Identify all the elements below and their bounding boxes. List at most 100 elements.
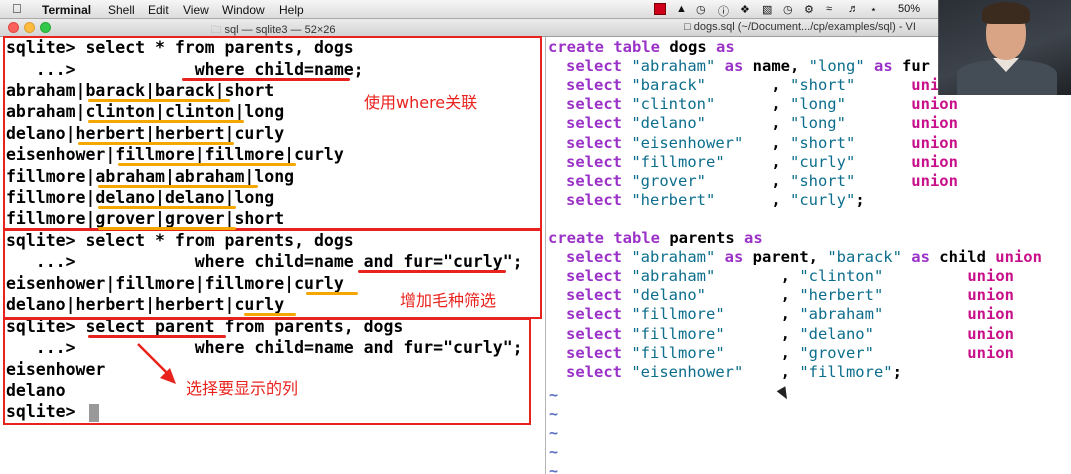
vim-code-line: select "eisenhower" , "fillmore"; xyxy=(566,363,902,382)
sql-keyword: table xyxy=(604,38,670,56)
vim-code-line: select "delano" , "long" union xyxy=(566,114,958,133)
sql-identifier: , xyxy=(705,76,790,95)
sql-union: union xyxy=(967,305,1014,324)
vim-code-line: select "abraham" as parent, "barack" as … xyxy=(566,248,1042,267)
annotation-arrow-icon xyxy=(137,343,176,384)
vim-code-line: select "delano" , "herbert" union xyxy=(566,286,1014,305)
webcam-hair xyxy=(982,2,1030,24)
vim-code-line: select "fillmore" , "delano" union xyxy=(566,325,1014,344)
sql-string: "barack" xyxy=(827,248,902,267)
sql-punct xyxy=(883,267,967,285)
sql-keyword: select xyxy=(566,362,632,381)
sql-keyword: as xyxy=(715,248,753,267)
sql-string: "long" xyxy=(808,57,865,76)
battery-label[interactable]: 50% xyxy=(898,3,920,15)
sql-string: "abraham" xyxy=(799,305,884,324)
sql-string: "grover" xyxy=(631,171,706,190)
sql-identifier: , xyxy=(705,286,800,305)
vim-code-line: select "eisenhower" , "short" union xyxy=(566,134,958,153)
sql-keyword: as xyxy=(901,248,930,267)
sql-identifier: child xyxy=(929,248,996,267)
sql-identifier: name, xyxy=(752,57,809,76)
vim-code-line: create table parents as xyxy=(548,229,763,248)
sql-identifier: , xyxy=(715,95,790,114)
sql-string: "delano" xyxy=(631,114,706,133)
sql-string: "delano" xyxy=(799,324,874,343)
sql-union: union xyxy=(855,171,958,190)
sql-string: "short" xyxy=(789,133,856,152)
sql-string: "fillmore" xyxy=(799,362,893,381)
vim-code-line: select "fillmore" , "curly" union xyxy=(566,153,958,172)
sql-string: "curly" xyxy=(789,190,856,209)
vim-code-line: select "barack" , "short" union xyxy=(566,76,958,95)
wifi-icon[interactable]: ≈ xyxy=(826,3,832,15)
sql-identifier: fur xyxy=(902,57,930,76)
sql-union: union xyxy=(967,343,1014,362)
sql-keyword: select xyxy=(566,190,632,209)
sql-string: "abraham" xyxy=(631,267,716,286)
sql-string: "abraham" xyxy=(631,57,716,76)
sql-string: "clinton" xyxy=(799,267,884,286)
sql-punct xyxy=(874,325,967,343)
sql-keyword: select xyxy=(566,305,632,324)
record-icon[interactable] xyxy=(654,3,666,15)
sql-keyword: select xyxy=(566,171,632,190)
vim-title-text: dogs.sql (~/Document.../cp/examples/sql)… xyxy=(693,21,916,33)
vim-empty-line-marker: ~ xyxy=(549,404,559,423)
volume-icon[interactable]: ♬ xyxy=(848,3,859,15)
sql-identifier: , xyxy=(724,305,800,324)
sql-string: "eisenhower" xyxy=(631,362,744,381)
bell-icon[interactable]: ▲ xyxy=(676,3,687,15)
sql-keyword: select xyxy=(566,343,632,362)
vim-code-line: select "clinton" , "long" union xyxy=(566,95,958,114)
sql-identifier: , xyxy=(724,152,790,171)
sql-union: union xyxy=(967,286,1014,305)
sql-punct: ; xyxy=(892,362,902,381)
vim-code-line: select "abraham" as name, "long" as fur xyxy=(566,57,930,76)
info-icon[interactable]: ⓘ xyxy=(718,3,729,19)
sql-keyword: as xyxy=(864,57,893,76)
document-icon: □ xyxy=(684,21,691,33)
sql-string: "barack" xyxy=(631,76,706,95)
sql-string: "clinton" xyxy=(631,95,716,114)
sql-keyword: as xyxy=(734,229,763,247)
vim-title: □ dogs.sql (~/Document.../cp/examples/sq… xyxy=(684,21,916,33)
sql-union: union xyxy=(845,114,958,133)
sql-string: "eisenhower" xyxy=(631,133,744,152)
sql-keyword: select xyxy=(566,57,632,76)
sql-keyword: table xyxy=(604,229,670,247)
vim-code-line: select "fillmore" , "grover" union xyxy=(566,344,1014,363)
bluetooth-icon[interactable]: ⋆ xyxy=(870,3,877,16)
timer-icon[interactable]: ◷ xyxy=(696,3,706,16)
sql-string: "fillmore" xyxy=(631,343,725,362)
sql-keyword: create xyxy=(548,38,604,56)
sql-identifier: parents xyxy=(669,229,735,247)
sql-keyword: select xyxy=(566,152,632,171)
gear-icon[interactable]: ⚙ xyxy=(804,3,814,16)
sql-keyword: select xyxy=(566,114,632,133)
vim-code-line: select "fillmore" , "abraham" union xyxy=(566,305,1014,324)
sql-identifier: , xyxy=(724,324,800,343)
sql-union: union xyxy=(967,324,1014,343)
chart-icon[interactable]: ▧ xyxy=(762,3,772,16)
sql-string: "curly" xyxy=(789,152,856,171)
sql-string: "fillmore" xyxy=(631,152,725,171)
vim-empty-line-marker: ~ xyxy=(549,462,559,474)
sql-punct: ; xyxy=(855,190,865,209)
vim-code-line: select "abraham" , "clinton" union xyxy=(566,267,1014,286)
sql-punct xyxy=(874,344,967,362)
sql-string: "long" xyxy=(789,95,846,114)
sql-union: union xyxy=(845,95,958,114)
sql-identifier: , xyxy=(715,267,800,286)
sql-identifier: , xyxy=(705,171,790,190)
sql-punct xyxy=(883,286,967,304)
sql-string: "long" xyxy=(789,114,846,133)
sql-identifier: parent, xyxy=(752,248,828,267)
sql-identifier: , xyxy=(743,133,790,152)
vim-empty-line-marker: ~ xyxy=(549,424,559,442)
dropbox-icon[interactable]: ❖ xyxy=(740,3,750,16)
sql-union: union xyxy=(855,152,958,171)
clock-icon[interactable]: ◷ xyxy=(783,3,793,16)
sql-string: "herbert" xyxy=(631,190,716,209)
sql-identifier: , xyxy=(705,114,790,133)
